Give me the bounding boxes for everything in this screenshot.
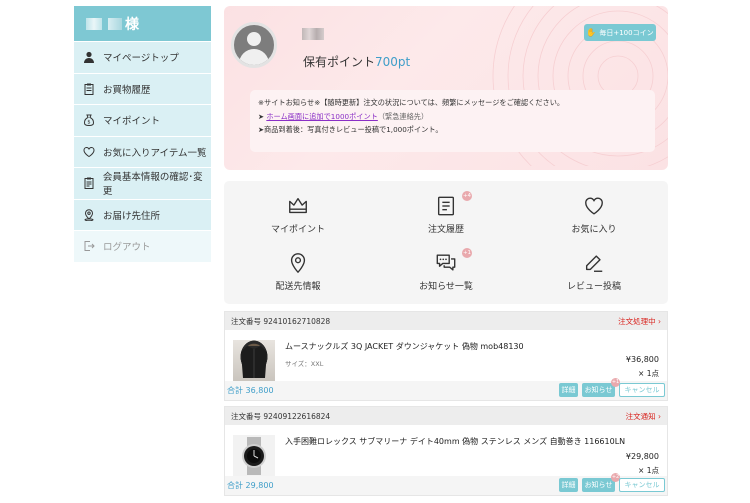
sidebar-item-label: 会員基本情報の確認･変更 xyxy=(102,172,203,198)
hand-icon: ✋ xyxy=(586,28,597,37)
order-total: 合計 36,800 xyxy=(227,386,274,395)
sidebar-item-label: マイポイント xyxy=(103,116,161,128)
heart-icon xyxy=(83,146,95,157)
sidebar-item-shipping-address[interactable]: お届け先住所 xyxy=(74,198,211,230)
order-status-link[interactable]: 注文処理中 › xyxy=(618,316,661,327)
product-price: ¥36,800 xyxy=(625,355,659,364)
sidebar-item-my-points[interactable]: $ マイポイント xyxy=(74,104,211,136)
order-footer: 合計 29,800 詳細 お知らせ +2 キャンセル xyxy=(225,473,667,495)
sidebar-item-favorites[interactable]: お気に入りアイテム一覧 xyxy=(74,135,211,167)
order-card: 注文番号 92410162710828 注文処理中 › ムースナックルズ 3Q … xyxy=(224,311,668,401)
notice-line-2: ➤ ホーム画面に追加で1000ポイント（緊急連絡先） xyxy=(258,110,655,124)
add-to-home-link[interactable]: ホーム画面に追加で1000ポイント xyxy=(266,112,378,121)
clipboard-list-icon xyxy=(84,177,94,190)
product-image-watch[interactable] xyxy=(233,435,275,477)
user-icon-blurred xyxy=(86,17,102,30)
sidebar-item-mypage-top[interactable]: マイページトップ xyxy=(74,41,211,73)
logout-icon xyxy=(84,241,95,252)
order-number: 注文番号 92410162710828 xyxy=(231,316,331,326)
order-status-link[interactable]: 注文通知 › xyxy=(626,411,661,422)
points-label: 保有ポイント xyxy=(303,55,376,69)
sidebar-item-label: お買物履歴 xyxy=(103,84,151,96)
user-name-blurred xyxy=(302,28,324,40)
cancel-button[interactable]: キャンセル xyxy=(619,383,665,397)
product-price: ¥29,800 xyxy=(625,452,659,461)
sidebar-item-label: マイページトップ xyxy=(103,53,179,65)
product-name[interactable]: ムースナックルズ 3Q JACKET ダウンジャケット 偽物 mob48130 xyxy=(285,341,524,352)
shortcut-notifications[interactable]: お知らせ一覧 +1 xyxy=(372,248,520,292)
site-notice: ※サイトお知らせ※【随時更新】注文の状況については、頻繁にメッセージをご確認くだ… xyxy=(250,90,655,152)
location-pin-icon xyxy=(84,208,94,221)
sidebar-item-label: お届け先住所 xyxy=(103,210,161,222)
notifications-badge: +1 xyxy=(462,248,472,258)
shortcut-my-points[interactable]: マイポイント xyxy=(224,195,372,235)
shortcut-favorites[interactable]: お気に入り xyxy=(520,195,668,235)
location-pin-icon xyxy=(290,253,306,274)
product-size: サイズ：XXL xyxy=(285,360,324,368)
sidebar-item-logout[interactable]: ログアウト xyxy=(74,230,211,262)
person-icon xyxy=(84,52,94,64)
order-history-badge: +4 xyxy=(462,191,472,201)
detail-button[interactable]: 詳細 xyxy=(559,383,578,397)
order-header: 注文番号 92409122616824 注文通知 › xyxy=(225,407,667,425)
avatar xyxy=(231,22,277,68)
sidebar-item-label: お気に入りアイテム一覧 xyxy=(103,147,207,159)
shortcut-label: レビュー投稿 xyxy=(566,282,621,292)
greeting-suffix: 様 xyxy=(125,16,139,33)
clipboard-icon xyxy=(84,83,94,95)
order-header: 注文番号 92410162710828 注文処理中 › xyxy=(225,312,667,330)
notice-line-2-suffix: （緊急連絡先） xyxy=(377,111,429,121)
shortcut-grid: マイポイント 注文履歴 +4 お気に入り 配送先情報 お知らせ一覧 +1 レビュ… xyxy=(224,181,668,304)
daily-coin-label: 毎日+100コイン xyxy=(599,28,654,37)
shortcut-order-history[interactable]: 注文履歴 +4 xyxy=(372,191,520,235)
points-balance: 保有ポイント700pt xyxy=(303,53,410,70)
order-footer: 合計 36,800 詳細 お知らせ +1 キャンセル xyxy=(225,378,667,400)
cancel-button[interactable]: キャンセル xyxy=(619,478,665,492)
jacket-image xyxy=(241,343,267,378)
notice-line-3: ➤商品到着後：写真付きレビュー投稿で1,000ポイント。 xyxy=(258,125,443,134)
shortcut-label: お知らせ一覧 xyxy=(419,282,473,292)
order-number: 注文番号 92409122616824 xyxy=(231,411,331,421)
pencil-icon xyxy=(585,255,603,272)
product-image-jacket[interactable] xyxy=(233,340,275,382)
money-bag-icon: $ xyxy=(83,114,95,127)
notice-line-1: ※サイトお知らせ※【随時更新】注文の状況については、頻繁にメッセージをご確認くだ… xyxy=(258,98,565,107)
product-name[interactable]: 入手困難ロレックス サブマリーナ デイト40mm 偽物 ステンレス メンズ 自動… xyxy=(285,436,625,447)
notify-button[interactable]: お知らせ xyxy=(582,478,615,492)
product-quantity: × 1点 xyxy=(638,466,659,475)
notify-button[interactable]: お知らせ xyxy=(582,383,615,397)
sidebar-item-order-history[interactable]: お買物履歴 xyxy=(74,72,211,104)
product-quantity: × 1点 xyxy=(638,369,659,378)
watch-image xyxy=(242,437,266,475)
arrow-icon: ➤ xyxy=(258,111,265,121)
crown-icon xyxy=(289,197,307,214)
points-value: 700pt xyxy=(375,55,411,69)
chat-icon xyxy=(436,254,456,271)
shortcut-label: 注文履歴 xyxy=(427,225,464,235)
detail-button[interactable]: 詳細 xyxy=(559,478,578,492)
daily-coin-button[interactable]: ✋ 毎日+100コイン xyxy=(584,24,656,41)
order-card: 注文番号 92409122616824 注文通知 › 入手困難ロレックス サブマ… xyxy=(224,406,668,496)
document-icon xyxy=(437,196,455,216)
shortcut-label: 配送先情報 xyxy=(275,282,321,292)
svg-text:$: $ xyxy=(87,120,90,126)
order-total: 合計 29,800 xyxy=(227,481,274,490)
heart-icon xyxy=(585,197,603,215)
shortcut-label: お気に入り xyxy=(571,225,617,235)
profile-panel: 保有ポイント700pt ✋ 毎日+100コイン ※サイトお知らせ※【随時更新】注… xyxy=(224,6,668,170)
sidebar: 様 マイページトップ お買物履歴 $ マイポイント お気に入りアイテム一覧 会員… xyxy=(74,6,211,262)
user-name-blurred xyxy=(108,17,122,30)
sidebar-greeting: 様 xyxy=(74,6,211,41)
shortcut-shipping-info[interactable]: 配送先情報 xyxy=(224,252,372,292)
shortcut-label: マイポイント xyxy=(270,225,325,235)
sidebar-item-label: ログアウト xyxy=(103,242,151,254)
shortcut-review-post[interactable]: レビュー投稿 xyxy=(520,252,668,292)
sidebar-item-member-info[interactable]: 会員基本情報の確認･変更 xyxy=(74,167,211,199)
